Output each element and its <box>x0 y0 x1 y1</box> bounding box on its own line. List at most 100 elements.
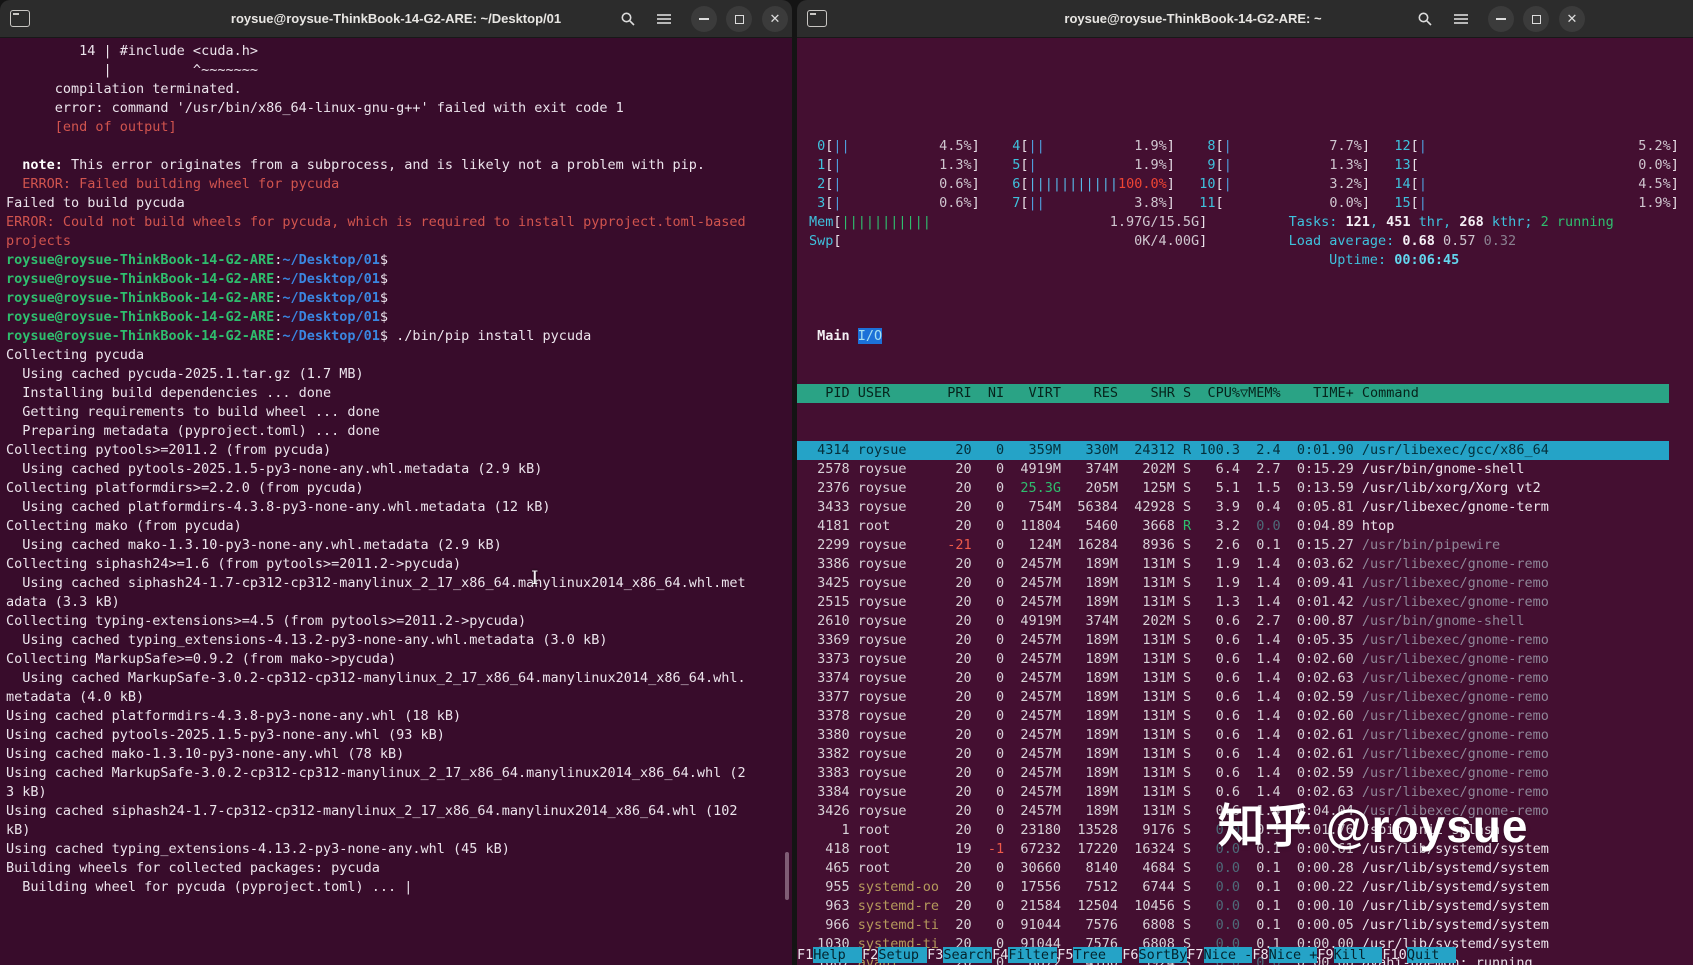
terminal-line: Using cached pytools-2025.1.5-py3-none-a… <box>6 461 543 477</box>
maximize-button[interactable] <box>1523 6 1549 32</box>
process-row[interactable]: 3373 roysue 20 0 2457M 189M 131M S 0.6 1… <box>797 650 1669 669</box>
fkey-f6[interactable]: F6SortBy <box>1122 947 1188 963</box>
process-row[interactable]: 963 systemd-re 20 0 21584 12504 10456 S … <box>797 897 1669 916</box>
terminal-window-left[interactable]: roysue@roysue-ThinkBook-14-G2-ARE: ~/Des… <box>0 0 792 965</box>
process-row[interactable]: 3377 roysue 20 0 2457M 189M 131M S 0.6 1… <box>797 688 1669 707</box>
terminal-line: [end of output] <box>6 119 177 135</box>
terminal-line: Collecting pycuda <box>6 347 145 363</box>
cpu-meter-row: 3[| 0.6%] 7[|| 3.8%] 11[ 0.0%] 15[| 1.9%… <box>809 195 1679 211</box>
fkey-f10[interactable]: F10Quit <box>1382 947 1456 963</box>
htop-panel: 0[|| 4.5%] 4[|| 1.9%] 8[| 7.7%] 12[| 5.2… <box>797 38 1693 965</box>
process-row[interactable]: 3426 roysue 20 0 2457M 189M 131M S 0.6 1… <box>797 802 1669 821</box>
column-header-pri[interactable]: PRI <box>947 385 971 401</box>
process-row[interactable]: 3386 roysue 20 0 2457M 189M 131M S 1.9 1… <box>797 555 1669 574</box>
minimize-icon <box>1496 18 1506 20</box>
terminal-output[interactable]: 14 | #include <cuda.h> | ^~~~~~~~ compil… <box>0 38 792 965</box>
maximize-icon <box>734 14 744 24</box>
terminal-line: Using cached MarkupSafe-3.0.2-cp312-cp31… <box>6 765 746 781</box>
terminal-line: Collecting mako (from pycuda) <box>6 518 242 534</box>
terminal-line: Collecting MarkupSafe>=0.9.2 (from mako-… <box>6 651 397 667</box>
terminal-line: projects <box>6 233 72 249</box>
search-button[interactable] <box>1412 6 1438 32</box>
column-header-pid[interactable]: PID <box>809 385 849 401</box>
fkey-f9[interactable]: F9Kill <box>1317 947 1383 963</box>
menu-button[interactable] <box>651 6 677 32</box>
column-header-virt[interactable]: VIRT <box>1012 385 1062 401</box>
terminal-window-right[interactable]: roysue@roysue-ThinkBook-14-G2-ARE: ~ ✕ 0… <box>797 0 1693 965</box>
process-row[interactable]: 4181 root 20 0 11804 5460 3668 R 3.2 0.0… <box>797 517 1669 536</box>
terminal-line: Using cached MarkupSafe-3.0.2-cp312-cp31… <box>6 670 746 686</box>
process-row[interactable]: 3433 roysue 20 0 754M 56384 42928 S 3.9 … <box>797 498 1669 517</box>
process-row[interactable]: 3384 roysue 20 0 2457M 189M 131M S 0.6 1… <box>797 783 1669 802</box>
terminal-line: Failed to build pycuda <box>6 195 185 211</box>
fkey-f2[interactable]: F2Setup <box>862 947 928 963</box>
terminal-line: Collecting pytools>=2011.2 (from pycuda) <box>6 442 332 458</box>
process-row[interactable]: 465 root 20 0 30660 8140 4684 S 0.0 0.1 … <box>797 859 1669 878</box>
process-row[interactable]: 3380 roysue 20 0 2457M 189M 131M S 0.6 1… <box>797 726 1669 745</box>
close-button[interactable]: ✕ <box>1559 6 1585 32</box>
titlebar-right[interactable]: roysue@roysue-ThinkBook-14-G2-ARE: ~ ✕ <box>797 0 1693 38</box>
column-header-cpu[interactable]: CPU% <box>1199 385 1240 401</box>
close-button[interactable]: ✕ <box>762 6 788 32</box>
fkey-f5[interactable]: F5Tree <box>1057 947 1123 963</box>
terminal-line: Collecting siphash24>=1.6 (from pytools>… <box>6 556 462 572</box>
process-row[interactable]: 3369 roysue 20 0 2457M 189M 131M S 0.6 1… <box>797 631 1669 650</box>
process-table: 4314 roysue 20 0 359M 330M 24312 R 100.3… <box>797 441 1693 965</box>
process-row[interactable]: 2376 roysue 20 0 25.3G 205M 125M S 5.1 1… <box>797 479 1669 498</box>
process-row[interactable]: 3425 roysue 20 0 2457M 189M 131M S 1.9 1… <box>797 574 1669 593</box>
column-header-time[interactable]: TIME+ <box>1289 385 1354 401</box>
column-header-user[interactable]: USER <box>858 385 939 401</box>
process-row[interactable]: 2515 roysue 20 0 2457M 189M 131M S 1.3 1… <box>797 593 1669 612</box>
terminal-line: Installing build dependencies ... done <box>6 385 332 401</box>
process-row[interactable]: 3382 roysue 20 0 2457M 189M 131M S 0.6 1… <box>797 745 1669 764</box>
column-header-res[interactable]: RES <box>1069 385 1118 401</box>
terminal-line: Collecting typing-extensions>=4.5 (from … <box>6 613 527 629</box>
column-header-s[interactable]: S <box>1183 385 1191 401</box>
process-row[interactable]: 2578 roysue 20 0 4919M 374M 202M S 6.4 2… <box>797 460 1669 479</box>
close-icon: ✕ <box>769 11 781 27</box>
cpu-meter-row: 2[| 0.6%] 6[|||||||||||100.0%] 10[| 3.2%… <box>809 176 1679 192</box>
minimize-button[interactable] <box>691 6 717 32</box>
terminal-line: Getting requirements to build wheel ... … <box>6 404 380 420</box>
terminal-line: note: This error originates from a subpr… <box>22 157 705 173</box>
maximize-button[interactable] <box>726 6 752 32</box>
terminal-line: Using cached mako-1.3.10-py3-none-any.wh… <box>6 537 502 553</box>
process-row[interactable]: 3378 roysue 20 0 2457M 189M 131M S 0.6 1… <box>797 707 1669 726</box>
terminal-line: adata (3.3 kB) <box>6 594 120 610</box>
process-row-selected[interactable]: 4314 roysue 20 0 359M 330M 24312 R 100.3… <box>797 441 1669 460</box>
process-row[interactable]: 3383 roysue 20 0 2457M 189M 131M S 0.6 1… <box>797 764 1669 783</box>
process-row[interactable]: 955 systemd-oo 20 0 17556 7512 6744 S 0.… <box>797 878 1669 897</box>
scrollbar-thumb[interactable] <box>785 852 789 900</box>
cpu-meter-row: 1[| 1.3%] 5[| 1.9%] 9[| 1.3%] 13[ 0.0%] <box>809 157 1679 173</box>
process-row[interactable]: 418 root 19 -1 67232 17220 16324 S 0.0 0… <box>797 840 1669 859</box>
terminal-tab-icon <box>807 10 827 27</box>
process-row[interactable]: 1 root 20 0 23180 13528 9176 S 0.0 0.1 0… <box>797 821 1669 840</box>
column-header-command[interactable]: Command <box>1362 385 1419 401</box>
fkey-f7[interactable]: F7Nice - <box>1187 947 1253 963</box>
terminal-line: Using cached typing_extensions-4.13.2-py… <box>6 841 510 857</box>
column-header-ni[interactable]: NI <box>980 385 1004 401</box>
fkey-f3[interactable]: F3Search <box>927 947 993 963</box>
tab-main[interactable]: Main <box>817 328 850 344</box>
minimize-button[interactable] <box>1488 6 1514 32</box>
tab-io[interactable]: I/O <box>857 328 883 344</box>
titlebar-left[interactable]: roysue@roysue-ThinkBook-14-G2-ARE: ~/Des… <box>0 0 792 38</box>
fkey-f1[interactable]: F1Help <box>797 947 863 963</box>
fkey-f8[interactable]: F8Nice + <box>1252 947 1318 963</box>
process-row[interactable]: 2299 roysue -21 0 124M 16284 8936 S 2.6 … <box>797 536 1669 555</box>
column-header-mem[interactable]: MEM% <box>1248 385 1281 401</box>
search-button[interactable] <box>615 6 641 32</box>
process-row[interactable]: 2610 roysue 20 0 4919M 374M 202M S 0.6 2… <box>797 612 1669 631</box>
process-table-header[interactable]: PID USER PRI NI VIRT RES SHR S CPU%▽MEM%… <box>797 384 1669 403</box>
menu-button[interactable] <box>1448 6 1474 32</box>
terminal-line: Preparing metadata (pyproject.toml) ... … <box>6 423 380 439</box>
fkey-f4[interactable]: F4Filter <box>992 947 1058 963</box>
terminal-line: Using cached pycuda-2025.1.tar.gz (1.7 M… <box>6 366 364 382</box>
process-row[interactable]: 3374 roysue 20 0 2457M 189M 131M S 0.6 1… <box>797 669 1669 688</box>
process-row[interactable]: 966 systemd-ti 20 0 91044 7576 6808 S 0.… <box>797 916 1669 935</box>
htop-meters: 0[|| 4.5%] 4[|| 1.9%] 8[| 7.7%] 12[| 5.2… <box>809 137 1693 289</box>
swap-meter: Swp[ 0K/4.00G] Load average: 0.68 0.57 0… <box>809 233 1517 249</box>
column-header-shr[interactable]: SHR <box>1126 385 1174 401</box>
